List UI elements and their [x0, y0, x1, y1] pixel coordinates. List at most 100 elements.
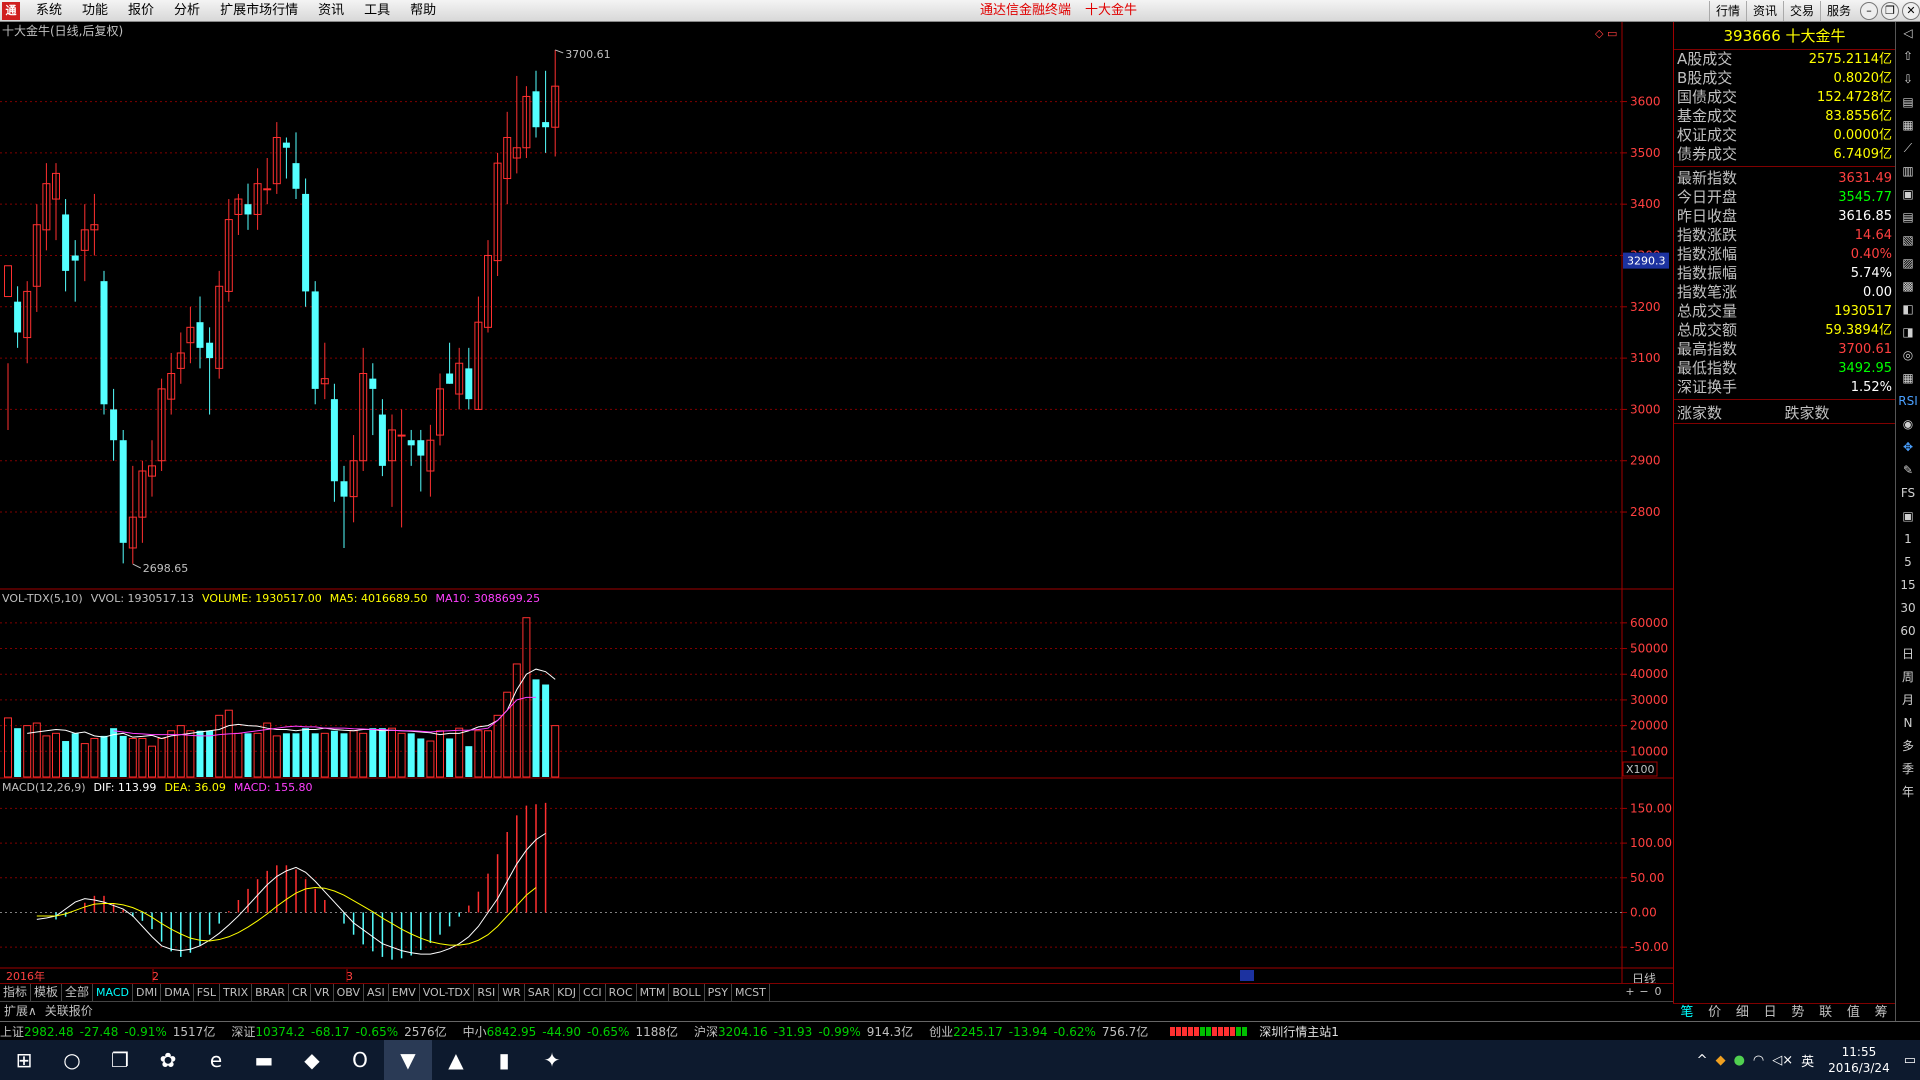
- toolbar-icon-14[interactable]: ◎: [1896, 344, 1920, 367]
- indicator-tab-kdj[interactable]: KDJ: [554, 984, 581, 1001]
- toolbar-icon-27[interactable]: 日: [1896, 643, 1920, 666]
- top-btn-trade[interactable]: 交易: [1782, 1, 1820, 21]
- toolbar-icon-28[interactable]: 周: [1896, 666, 1920, 689]
- volume-icon[interactable]: ◁×: [1772, 1053, 1793, 1068]
- app-pinwheel-icon[interactable]: ✿: [144, 1040, 192, 1080]
- toolbar-icon-4[interactable]: ▦: [1896, 114, 1920, 137]
- toolbar-icon-2[interactable]: ⇩: [1896, 68, 1920, 91]
- toolbar-icon-16[interactable]: RSI: [1896, 390, 1920, 413]
- indicator-tab-sar[interactable]: SAR: [525, 984, 555, 1001]
- toolbar-icon-15[interactable]: ▦: [1896, 367, 1920, 390]
- indicator-tab-cr[interactable]: CR: [289, 984, 312, 1001]
- menu-item-4[interactable]: 扩展市场行情: [210, 0, 308, 22]
- toolbar-icon-25[interactable]: 30: [1896, 597, 1920, 620]
- minimize-icon[interactable]: –: [1860, 2, 1878, 20]
- menu-item-5[interactable]: 资讯: [308, 0, 354, 22]
- toolbar-icon-3[interactable]: ▤: [1896, 91, 1920, 114]
- app-red-icon[interactable]: ◆: [288, 1040, 336, 1080]
- index-quote-2[interactable]: 中小6842.95 -44.90 -0.65% 1188亿: [463, 1023, 684, 1040]
- toolbar-icon-24[interactable]: 15: [1896, 574, 1920, 597]
- side-tab-4[interactable]: 势: [1784, 1004, 1812, 1021]
- indicator-tab-wr[interactable]: WR: [499, 984, 525, 1001]
- file-explorer-icon[interactable]: ▬: [240, 1040, 288, 1080]
- side-tab-2[interactable]: 细: [1729, 1004, 1757, 1021]
- app-stock-icon[interactable]: ▲: [432, 1040, 480, 1080]
- indicator-tab-emv[interactable]: EMV: [389, 984, 420, 1001]
- network-icon[interactable]: ◠: [1753, 1053, 1764, 1068]
- toolbar-icon-31[interactable]: 多: [1896, 735, 1920, 758]
- related-quote-button[interactable]: 关联报价: [41, 1002, 97, 1019]
- tdx-logo-icon[interactable]: 通: [2, 2, 20, 20]
- menu-item-2[interactable]: 报价: [118, 0, 164, 22]
- indicator-tab-mtm[interactable]: MTM: [637, 984, 670, 1001]
- toolbar-icon-19[interactable]: ✎: [1896, 459, 1920, 482]
- tray-chevron-icon[interactable]: ^: [1697, 1053, 1708, 1068]
- indicator-tab-指标[interactable]: 指标: [0, 984, 32, 1001]
- task-view-icon[interactable]: ❐: [96, 1040, 144, 1080]
- indicator-tab-trix[interactable]: TRIX: [220, 984, 253, 1001]
- indicator-tab-rsi[interactable]: RSI: [474, 984, 500, 1001]
- menu-item-3[interactable]: 分析: [164, 0, 210, 22]
- tray-app-icon[interactable]: ◆: [1716, 1053, 1726, 1068]
- index-quote-1[interactable]: 深证10374.2 -68.17 -0.65% 2576亿: [231, 1023, 452, 1040]
- windows-start-icon[interactable]: ⊞: [0, 1040, 48, 1080]
- top-btn-market[interactable]: 行情: [1708, 1, 1746, 21]
- indicator-tab-模板[interactable]: 模板: [31, 984, 63, 1001]
- restore-icon[interactable]: ❐: [1881, 2, 1899, 20]
- menu-item-0[interactable]: 系统: [26, 0, 72, 22]
- toolbar-icon-29[interactable]: 月: [1896, 689, 1920, 712]
- indicator-tab-cci[interactable]: CCI: [580, 984, 606, 1001]
- expand-button[interactable]: 扩展∧: [0, 1002, 41, 1019]
- side-tab-0[interactable]: 笔: [1673, 1004, 1701, 1021]
- menu-item-6[interactable]: 工具: [354, 0, 400, 22]
- indicator-tab-boll[interactable]: BOLL: [669, 984, 705, 1001]
- top-btn-service[interactable]: 服务: [1819, 1, 1857, 21]
- notes-app-icon[interactable]: ▮: [480, 1040, 528, 1080]
- toolbar-icon-12[interactable]: ◧: [1896, 298, 1920, 321]
- toolbar-icon-32[interactable]: 季: [1896, 758, 1920, 781]
- zoom-in-button[interactable]: +: [1623, 983, 1637, 1000]
- toolbar-icon-13[interactable]: ◨: [1896, 321, 1920, 344]
- index-quote-4[interactable]: 创业2245.17 -13.94 -0.62% 756.7亿: [929, 1023, 1154, 1040]
- indicator-tab-obv[interactable]: OBV: [334, 984, 364, 1001]
- clock[interactable]: 11:55 2016/3/24: [1828, 1044, 1890, 1076]
- indicator-tab-vol-tdx[interactable]: VOL-TDX: [420, 984, 475, 1001]
- indicator-tab-vr[interactable]: VR: [311, 984, 334, 1001]
- menu-item-7[interactable]: 帮助: [400, 0, 446, 22]
- toolbar-icon-17[interactable]: ◉: [1896, 413, 1920, 436]
- side-tab-1[interactable]: 价: [1701, 1004, 1729, 1021]
- index-quote-0[interactable]: 上证2982.48 -27.48 -0.91% 1517亿: [0, 1023, 221, 1040]
- toolbar-icon-6[interactable]: ▥: [1896, 160, 1920, 183]
- toolbar-icon-23[interactable]: 5: [1896, 551, 1920, 574]
- edge-browser-icon[interactable]: e: [192, 1040, 240, 1080]
- notification-icon[interactable]: ▭: [1904, 1053, 1916, 1068]
- indicator-tab-asi[interactable]: ASI: [364, 984, 389, 1001]
- toolbar-icon-26[interactable]: 60: [1896, 620, 1920, 643]
- indicator-tab-psy[interactable]: PSY: [705, 984, 732, 1001]
- outlook-icon[interactable]: O: [336, 1040, 384, 1080]
- indicator-tab-dmi[interactable]: DMI: [133, 984, 162, 1001]
- side-tab-7[interactable]: 筹: [1867, 1004, 1895, 1021]
- toolbar-icon-33[interactable]: 年: [1896, 781, 1920, 804]
- zoom-out-button[interactable]: −: [1637, 983, 1651, 1000]
- index-quote-3[interactable]: 沪深3204.16 -31.93 -0.99% 914.3亿: [694, 1023, 919, 1040]
- side-tab-3[interactable]: 日: [1756, 1004, 1784, 1021]
- search-circle-icon[interactable]: ○: [48, 1040, 96, 1080]
- tdx-app-icon[interactable]: ▼: [384, 1040, 432, 1080]
- toolbar-icon-18[interactable]: ✥: [1896, 436, 1920, 459]
- close-icon[interactable]: ✕: [1902, 2, 1920, 20]
- top-btn-news[interactable]: 资讯: [1745, 1, 1783, 21]
- toolbar-icon-21[interactable]: ▣: [1896, 505, 1920, 528]
- toolbar-icon-0[interactable]: ◁: [1896, 22, 1920, 45]
- indicator-tab-mcst[interactable]: MCST: [732, 984, 770, 1001]
- tray-app2-icon[interactable]: ●: [1734, 1053, 1745, 1068]
- toolbar-icon-7[interactable]: ▣: [1896, 183, 1920, 206]
- toolbar-icon-10[interactable]: ▨: [1896, 252, 1920, 275]
- toolbar-icon-1[interactable]: ⇧: [1896, 45, 1920, 68]
- side-tab-5[interactable]: 联: [1812, 1004, 1840, 1021]
- toolbar-icon-11[interactable]: ▩: [1896, 275, 1920, 298]
- toolbar-icon-30[interactable]: N: [1896, 712, 1920, 735]
- toolbar-icon-22[interactable]: 1: [1896, 528, 1920, 551]
- ime-indicator[interactable]: 英: [1801, 1051, 1814, 1070]
- toolbar-icon-8[interactable]: ▤: [1896, 206, 1920, 229]
